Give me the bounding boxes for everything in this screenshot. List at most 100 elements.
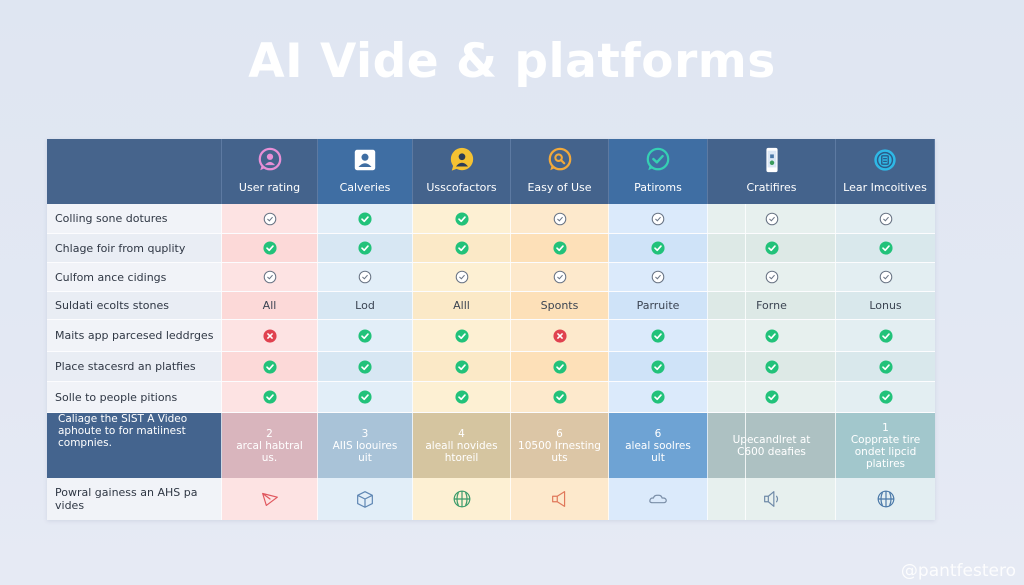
column-header-1[interactable]: Calveries	[318, 139, 413, 204]
table-cell	[609, 382, 708, 412]
column-header-6[interactable]: Lear Imcoitives	[836, 139, 935, 204]
highlight-row-label: Caliage the SIST A Video aphoute to for …	[47, 413, 222, 478]
table-cell	[708, 352, 836, 381]
column-header-3[interactable]: Easy of Use	[511, 139, 609, 204]
highlight-cell-line1: 6	[654, 427, 662, 440]
highlight-cell: 4 aleall novides htoreil	[413, 413, 511, 478]
table-row: Suldati ecolts stones All Lod Alll Sponts Par…	[47, 292, 935, 320]
check-chat-bubble-icon	[646, 147, 670, 171]
table-cell	[222, 352, 318, 381]
table-cell	[413, 234, 511, 262]
column-header-4[interactable]: Patiroms	[609, 139, 708, 204]
icon-cell[interactable]	[708, 478, 836, 520]
table-cell	[511, 382, 609, 412]
table-cell	[609, 320, 708, 351]
check-outline-icon	[879, 270, 892, 284]
check-filled-icon	[358, 241, 372, 255]
table-cell	[708, 263, 836, 291]
table-row: Solle to people pitions	[47, 382, 935, 413]
table-cell	[511, 263, 609, 291]
table-cell	[511, 234, 609, 262]
refresh-list-icon	[874, 149, 896, 171]
column-header-5[interactable]: Cratifires	[708, 139, 836, 204]
highlight-cell: 6 aleal soolres ult	[609, 413, 708, 478]
table-cell	[222, 320, 318, 351]
check-outline-icon	[263, 270, 276, 284]
check-filled-icon	[764, 328, 779, 343]
highlight-cell-line3: ult	[651, 451, 665, 464]
table-cell	[708, 234, 836, 262]
column-header-label: Patiroms	[634, 181, 682, 194]
check-filled-icon	[454, 328, 469, 343]
table-row: Maits app parcesed leddrges	[47, 320, 935, 352]
table-cell	[609, 352, 708, 381]
column-header-2[interactable]: Usscofactors	[413, 139, 511, 204]
row-label: Colling sone dotures	[47, 204, 222, 233]
check-filled-icon	[878, 359, 893, 374]
icon-row: Powral gainess an AHS pa vides	[47, 478, 935, 520]
check-filled-icon	[454, 390, 469, 404]
table-cell	[318, 234, 413, 262]
highlight-cell: Upecandlret at C600 deafies	[708, 413, 836, 478]
row-label: Chlage foir from quplity	[47, 234, 222, 262]
highlight-cell-line3: C600 deafies	[737, 445, 806, 458]
check-outline-icon	[553, 270, 566, 284]
check-filled-icon	[262, 359, 277, 374]
check-filled-icon	[358, 359, 372, 374]
table-cell	[222, 204, 318, 233]
check-filled-icon	[552, 390, 567, 404]
column-header-label: Calveries	[339, 181, 391, 194]
check-filled-icon	[358, 390, 372, 404]
check-filled-icon	[651, 359, 665, 374]
check-filled-icon	[651, 390, 665, 404]
table-cell: Lod	[318, 292, 413, 319]
check-outline-icon	[455, 270, 468, 284]
smartphone-icon	[765, 147, 778, 173]
column-header-label: Lear Imcoitives	[843, 181, 927, 194]
check-outline-icon	[651, 212, 665, 225]
speaker-icon	[763, 491, 778, 507]
check-outline-icon	[765, 212, 778, 225]
table-cell	[836, 234, 935, 262]
cell-text: All	[262, 299, 277, 312]
cell-text: Sponts	[540, 299, 579, 312]
table-cell	[318, 204, 413, 233]
highlight-cell-line2: AIIS loouires	[332, 439, 398, 452]
check-filled-icon	[552, 241, 567, 255]
highlight-cell-line2: aleal soolres	[625, 439, 691, 452]
table-header: User rating Calveries Usscofactors Easy of …	[47, 139, 935, 204]
icon-cell[interactable]	[413, 478, 511, 520]
table-cell	[708, 382, 836, 412]
check-filled-icon	[651, 241, 665, 255]
table-cell	[413, 352, 511, 381]
icon-cell[interactable]	[511, 478, 609, 520]
megaphone-icon	[551, 491, 565, 507]
table-cell: All	[222, 292, 318, 319]
check-filled-icon	[878, 241, 893, 255]
cross-filled-icon	[552, 328, 567, 343]
check-filled-icon	[358, 328, 372, 343]
table-cell	[511, 352, 609, 381]
table-row: Place stacesrd an platfies	[47, 352, 935, 382]
column-header-0[interactable]: User rating	[222, 139, 318, 204]
check-filled-icon	[454, 359, 469, 374]
highlight-cell-line1: 2	[266, 427, 273, 440]
highlight-cell-line3: uit	[358, 451, 372, 464]
check-filled-icon	[651, 328, 665, 343]
table-cell: Lonus	[836, 292, 935, 319]
highlight-cell-line2: arcal habtral	[236, 439, 303, 452]
highlight-cell-line2: Upecandlret at	[732, 433, 811, 446]
column-header-label: Usscofactors	[426, 181, 497, 194]
column-header-label: Cratifires	[746, 181, 797, 194]
table-cell	[318, 263, 413, 291]
icon-row-label: Powral gainess an AHS pa vides	[47, 478, 222, 520]
icon-cell[interactable]	[318, 478, 413, 520]
table-cell	[511, 204, 609, 233]
highlight-cell-line1: 1	[882, 421, 889, 434]
table-cell	[511, 320, 609, 351]
check-filled-icon	[262, 390, 277, 404]
icon-cell[interactable]	[222, 478, 318, 520]
icon-cell[interactable]	[609, 478, 708, 520]
send-arrow-icon	[261, 492, 278, 507]
icon-cell[interactable]	[836, 478, 935, 520]
